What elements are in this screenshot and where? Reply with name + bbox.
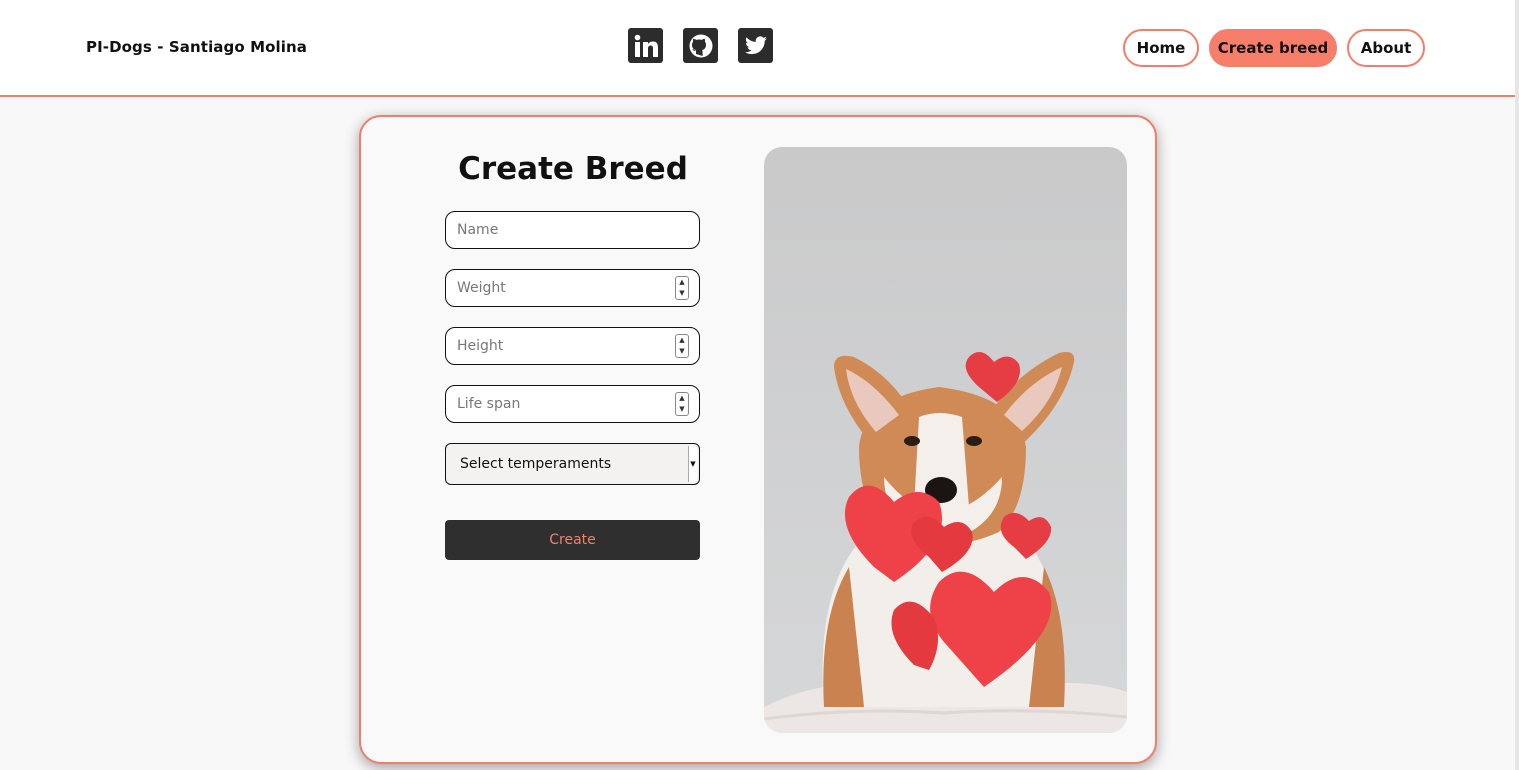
life-span-placeholder: Life span	[457, 396, 521, 412]
chevron-down-icon[interactable]: ▼	[679, 406, 684, 413]
page-scrollbar[interactable]	[1515, 0, 1519, 770]
weight-placeholder: Weight	[457, 280, 506, 296]
life-span-input[interactable]: Life span ▲ ▼	[445, 385, 700, 423]
linkedin-icon[interactable]	[628, 28, 663, 63]
weight-stepper[interactable]: ▲ ▼	[675, 276, 689, 300]
name-placeholder: Name	[457, 222, 499, 238]
create-breed-card: Create Breed Name Weight ▲ ▼ Height ▲ ▼ Li…	[359, 115, 1157, 764]
nav-create-breed-button[interactable]: Create breed	[1209, 29, 1337, 67]
chevron-down-icon[interactable]: ▼	[679, 348, 684, 355]
top-navbar: PI-Dogs - Santiago Molina Home Create br…	[0, 0, 1519, 97]
chevron-up-icon[interactable]: ▲	[679, 337, 684, 344]
temperaments-select-value: Select temperaments	[460, 456, 612, 472]
nav-about-button[interactable]: About	[1347, 29, 1425, 67]
weight-input[interactable]: Weight ▲ ▼	[445, 269, 700, 307]
chevron-up-icon[interactable]: ▲	[679, 279, 684, 286]
corgi-photo	[764, 147, 1127, 733]
brand-title: PI-Dogs - Santiago Molina	[86, 38, 308, 56]
chevron-up-icon[interactable]: ▲	[679, 395, 684, 402]
github-icon[interactable]	[683, 28, 718, 63]
name-input[interactable]: Name	[445, 211, 700, 249]
height-placeholder: Height	[457, 338, 504, 354]
caret-down-icon[interactable]: ▼	[688, 446, 697, 482]
life-span-stepper[interactable]: ▲ ▼	[675, 392, 689, 416]
social-links	[628, 28, 773, 63]
form-title: Create Breed	[458, 151, 688, 187]
chevron-down-icon[interactable]: ▼	[679, 290, 684, 297]
height-input[interactable]: Height ▲ ▼	[445, 327, 700, 365]
height-stepper[interactable]: ▲ ▼	[675, 334, 689, 358]
create-button[interactable]: Create	[445, 520, 700, 560]
twitter-icon[interactable]	[738, 28, 773, 63]
nav-home-button[interactable]: Home	[1123, 29, 1199, 67]
temperaments-select[interactable]: Select temperaments ▼	[445, 443, 700, 485]
